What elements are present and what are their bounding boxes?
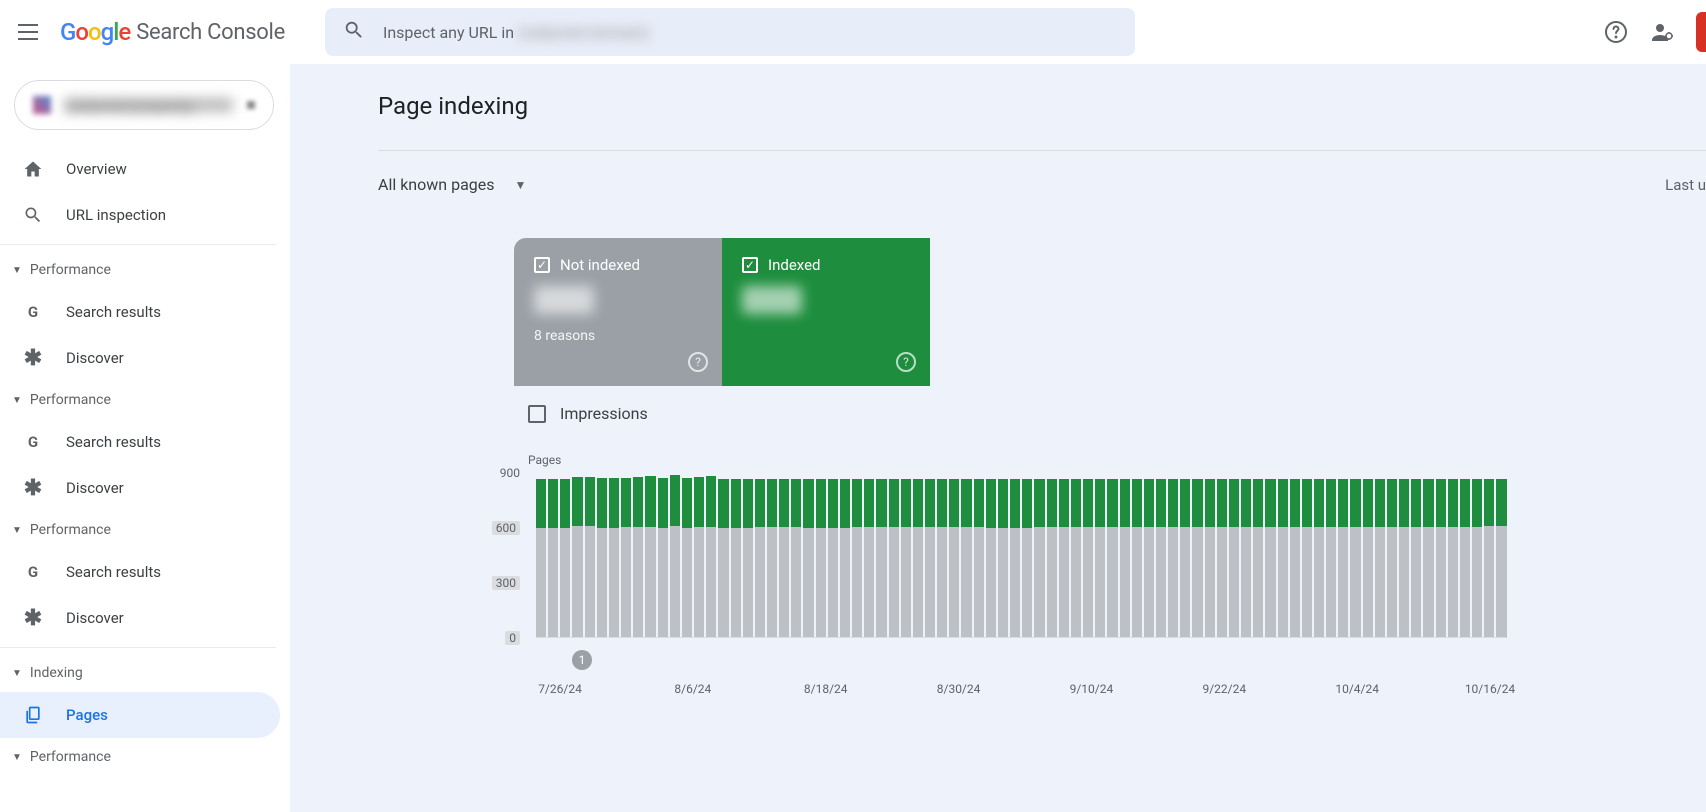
search-placeholder: Inspect any URL in (redacted domain): [383, 23, 649, 42]
chart-x-tick: 8/18/24: [804, 682, 848, 696]
indexed-card[interactable]: ✓ Indexed ?: [722, 238, 930, 386]
help-icon[interactable]: ?: [896, 352, 916, 372]
chevron-down-icon: ▼: [12, 395, 22, 406]
checkbox-checked-icon[interactable]: ✓: [742, 257, 758, 273]
sidebar-item-discover[interactable]: ✱Discover: [0, 595, 280, 641]
chart-x-tick: 8/6/24: [674, 682, 711, 696]
sidebar-item-search-results[interactable]: GSearch results: [0, 419, 280, 465]
menu-button[interactable]: [16, 20, 40, 44]
sidebar-section-performance-2[interactable]: ▼Performance: [0, 381, 290, 419]
product-name: Search Console: [136, 20, 285, 45]
chart-ylabel: Pages: [528, 453, 1706, 467]
asterisk-icon: ✱: [22, 607, 44, 629]
sidebar-item-search-results[interactable]: GSearch results: [0, 289, 280, 335]
chart-y-tick: 300: [492, 576, 520, 590]
chart-x-tick: 10/16/24: [1465, 682, 1515, 696]
not-indexed-value: [534, 286, 594, 314]
filter-dropdown[interactable]: All known pages ▼: [378, 175, 526, 194]
sidebar-section-performance-1[interactable]: ▼Performance: [0, 251, 290, 289]
chevron-down-icon: ▼: [515, 178, 527, 192]
last-updated-label: Last u: [1665, 176, 1706, 194]
sidebar-item-url-inspection[interactable]: URL inspection: [0, 192, 280, 238]
chart-y-tick: 600: [492, 521, 520, 535]
chevron-down-icon: ▼: [12, 752, 22, 763]
sidebar-item-pages[interactable]: Pages: [0, 692, 280, 738]
chevron-down-icon: ▼: [12, 265, 22, 276]
chart-y-tick: 0: [505, 631, 520, 645]
home-icon: [22, 158, 44, 180]
sidebar-item-label: Overview: [66, 160, 127, 178]
product-logo[interactable]: Google Search Console: [60, 18, 285, 46]
checkbox-checked-icon[interactable]: ✓: [534, 257, 550, 273]
sidebar-item-discover[interactable]: ✱Discover: [0, 335, 280, 381]
property-selector[interactable]: (redacted property): [14, 80, 274, 130]
chart-x-tick: 10/4/24: [1335, 682, 1379, 696]
chevron-down-icon: ▼: [12, 668, 22, 679]
asterisk-icon: ✱: [22, 477, 44, 499]
search-icon: [343, 19, 365, 45]
page-title: Page indexing: [378, 92, 1706, 120]
not-indexed-card[interactable]: ✓ Not indexed 8 reasons ?: [514, 238, 722, 386]
sidebar-item-search-results[interactable]: GSearch results: [0, 549, 280, 595]
notification-indicator[interactable]: [1696, 12, 1706, 52]
property-favicon: [33, 96, 51, 114]
asterisk-icon: ✱: [22, 347, 44, 369]
main-content: Page indexing All known pages ▼ Last u ✓…: [290, 64, 1706, 812]
chart-x-tick: 9/22/24: [1202, 682, 1246, 696]
help-icon[interactable]: [1604, 20, 1628, 44]
property-name: (redacted property): [65, 98, 233, 112]
help-icon[interactable]: ?: [688, 352, 708, 372]
pages-icon: [22, 704, 44, 726]
sidebar-section-indexing[interactable]: ▼Indexing: [0, 654, 290, 692]
g-icon: G: [22, 561, 44, 583]
chart-y-tick: 900: [500, 466, 520, 480]
indexing-chart: Pages 0300600900 1 7/26/248/6/248/18/248…: [528, 453, 1706, 648]
chart-x-tick: 7/26/24: [538, 682, 582, 696]
search-input[interactable]: Inspect any URL in (redacted domain): [325, 8, 1135, 56]
google-icon: Google: [60, 18, 130, 46]
chart-x-tick: 9/10/24: [1070, 682, 1114, 696]
not-indexed-subtitle: 8 reasons: [534, 328, 702, 344]
search-icon: [22, 204, 44, 226]
sidebar-item-overview[interactable]: Overview: [0, 146, 280, 192]
impressions-checkbox[interactable]: [528, 405, 546, 423]
sidebar-item-label: URL inspection: [66, 206, 166, 224]
g-icon: G: [22, 301, 44, 323]
sidebar-section-performance-4[interactable]: ▼Performance: [0, 738, 290, 776]
impressions-label: Impressions: [560, 404, 648, 423]
chevron-down-icon: ▼: [12, 525, 22, 536]
user-settings-icon[interactable]: [1650, 20, 1674, 44]
g-icon: G: [22, 431, 44, 453]
sidebar-section-performance-3[interactable]: ▼Performance: [0, 511, 290, 549]
indexed-value: [742, 286, 802, 314]
sidebar-item-discover[interactable]: ✱Discover: [0, 465, 280, 511]
sidebar: (redacted property) Overview URL inspect…: [0, 64, 290, 812]
chart-annotation[interactable]: 1: [572, 650, 592, 670]
chart-x-tick: 8/30/24: [937, 682, 981, 696]
dropdown-icon: [247, 101, 255, 109]
